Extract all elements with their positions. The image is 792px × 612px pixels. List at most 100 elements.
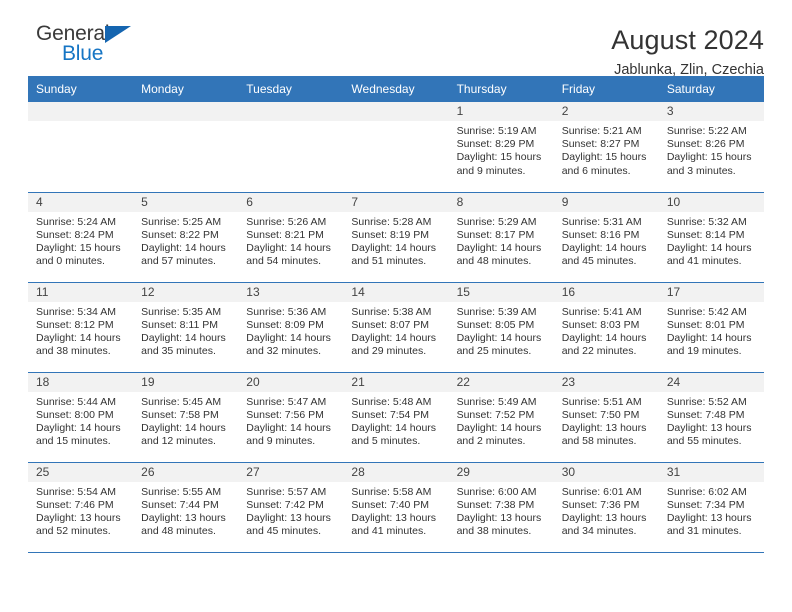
calendar-bottom-rule <box>28 552 764 553</box>
day-number <box>343 102 449 121</box>
day-daylight-line1-text: Daylight: 14 hours <box>246 331 331 344</box>
calendar-day-cell[interactable]: 9 Sunrise: 5:31 AM Sunset: 8:16 PM Daylight… <box>553 191 659 282</box>
day-daylight-line2-text: and 52 minutes. <box>36 525 111 538</box>
day-daylight-line2-text: and 29 minutes. <box>351 345 427 358</box>
day-daylight-line1-text: Daylight: 14 hours <box>141 241 226 254</box>
calendar-day-cell[interactable]: 1 Sunrise: 5:19 AM Sunset: 8:29 PM Daylight… <box>448 102 554 192</box>
day-number: 9 <box>553 192 659 212</box>
day-sunrise-text: Sunrise: 5:52 AM <box>666 395 747 408</box>
day-cell-inner: 10 Sunrise: 5:32 AM Sunset: 8:14 PM Dayligh… <box>658 192 764 282</box>
day-details: Sunrise: 5:45 AM Sunset: 7:58 PM Daylight:… <box>133 392 238 449</box>
calendar-day-cell[interactable]: 3 Sunrise: 5:22 AM Sunset: 8:26 PM Daylight… <box>658 102 764 192</box>
calendar-day-cell[interactable]: 10 Sunrise: 5:32 AM Sunset: 8:14 PM Dayligh… <box>658 191 764 282</box>
calendar-day-cell[interactable]: 2 Sunrise: 5:21 AM Sunset: 8:27 PM Daylight… <box>553 102 659 192</box>
day-daylight-line1-text: Daylight: 14 hours <box>246 421 331 434</box>
day-cell-inner: 27 Sunrise: 5:57 AM Sunset: 7:42 PM Dayligh… <box>238 462 344 553</box>
calendar-week-row: 4 Sunrise: 5:24 AM Sunset: 8:24 PM Daylight… <box>28 191 764 282</box>
calendar-day-cell[interactable]: 31 Sunrise: 6:02 AM Sunset: 7:34 PM Dayligh… <box>658 461 764 553</box>
calendar-day-cell[interactable]: 28 Sunrise: 5:58 AM Sunset: 7:40 PM Dayligh… <box>343 461 449 553</box>
day-daylight-line2-text: and 0 minutes. <box>36 255 105 268</box>
calendar-day-cell[interactable]: 15 Sunrise: 5:39 AM Sunset: 8:05 PM Dayligh… <box>448 281 554 372</box>
day-number: 3 <box>658 102 764 121</box>
day-sunset-text: Sunset: 8:16 PM <box>561 228 640 241</box>
day-sunset-text: Sunset: 7:54 PM <box>351 408 430 421</box>
calendar-day-cell-empty <box>133 102 239 192</box>
day-daylight-line2-text: and 5 minutes. <box>351 435 421 448</box>
day-sunset-text: Sunset: 7:48 PM <box>666 408 745 421</box>
day-cell-inner: 13 Sunrise: 5:36 AM Sunset: 8:09 PM Dayligh… <box>238 282 344 372</box>
calendar-day-cell[interactable]: 24 Sunrise: 5:52 AM Sunset: 7:48 PM Dayligh… <box>658 371 764 462</box>
day-sunrise-text: Sunrise: 5:25 AM <box>141 215 222 228</box>
day-number: 22 <box>448 372 554 392</box>
calendar-day-cell[interactable]: 8 Sunrise: 5:29 AM Sunset: 8:17 PM Daylight… <box>448 191 554 282</box>
day-number: 18 <box>28 372 134 392</box>
day-number: 26 <box>133 462 239 482</box>
day-sunrise-text: Sunrise: 5:32 AM <box>666 215 747 228</box>
calendar-day-cell[interactable]: 14 Sunrise: 5:38 AM Sunset: 8:07 PM Dayligh… <box>343 281 449 372</box>
calendar-day-cell[interactable]: 27 Sunrise: 5:57 AM Sunset: 7:42 PM Dayligh… <box>238 461 344 553</box>
day-daylight-line1-text: Daylight: 13 hours <box>36 511 121 524</box>
day-cell-inner: 16 Sunrise: 5:41 AM Sunset: 8:03 PM Dayligh… <box>553 282 659 372</box>
day-sunset-text: Sunset: 8:07 PM <box>351 318 430 331</box>
day-cell-inner: 1 Sunrise: 5:19 AM Sunset: 8:29 PM Daylight… <box>448 102 554 192</box>
day-sunset-text: Sunset: 8:19 PM <box>351 228 430 241</box>
day-cell-inner: 23 Sunrise: 5:51 AM Sunset: 7:50 PM Dayligh… <box>553 372 659 462</box>
day-sunset-text: Sunset: 8:09 PM <box>246 318 324 331</box>
calendar-day-cell[interactable]: 4 Sunrise: 5:24 AM Sunset: 8:24 PM Daylight… <box>28 191 134 282</box>
calendar-day-cell[interactable]: 16 Sunrise: 5:41 AM Sunset: 8:03 PM Dayligh… <box>553 281 659 372</box>
calendar-day-cell[interactable]: 25 Sunrise: 5:54 AM Sunset: 7:46 PM Dayligh… <box>28 461 134 552</box>
calendar-day-cell[interactable]: 23 Sunrise: 5:51 AM Sunset: 7:50 PM Dayligh… <box>553 371 659 462</box>
day-daylight-line1-text: Daylight: 14 hours <box>351 421 437 434</box>
calendar-body: 1 Sunrise: 5:19 AM Sunset: 8:29 PM Daylight… <box>28 102 764 552</box>
day-cell-inner: 11 Sunrise: 5:34 AM Sunset: 8:12 PM Dayligh… <box>28 282 134 372</box>
day-sunset-text: Sunset: 8:22 PM <box>141 228 219 241</box>
day-number: 8 <box>448 192 554 212</box>
day-sunrise-text: Sunrise: 5:49 AM <box>456 395 537 408</box>
day-details: Sunrise: 6:02 AM Sunset: 7:34 PM Daylight:… <box>659 482 764 539</box>
calendar-day-cell[interactable]: 20 Sunrise: 5:47 AM Sunset: 7:56 PM Dayligh… <box>238 371 344 462</box>
day-details: Sunrise: 5:52 AM Sunset: 7:48 PM Daylight:… <box>659 392 764 449</box>
day-number: 13 <box>238 282 344 302</box>
day-cell-inner: 26 Sunrise: 5:55 AM Sunset: 7:44 PM Dayligh… <box>133 462 239 553</box>
day-sunrise-text: Sunrise: 5:19 AM <box>456 125 537 137</box>
day-sunrise-text: Sunrise: 5:57 AM <box>246 485 327 498</box>
calendar-day-cell[interactable]: 6 Sunrise: 5:26 AM Sunset: 8:21 PM Daylight… <box>238 191 344 282</box>
day-number: 29 <box>448 462 554 482</box>
calendar-day-cell[interactable]: 19 Sunrise: 5:45 AM Sunset: 7:58 PM Dayligh… <box>133 371 239 462</box>
day-details: Sunrise: 5:42 AM Sunset: 8:01 PM Daylight:… <box>659 302 764 359</box>
calendar-day-cell-empty <box>238 102 344 192</box>
day-sunset-text: Sunset: 7:46 PM <box>36 498 114 511</box>
day-sunrise-text: Sunrise: 6:00 AM <box>456 485 537 498</box>
day-number: 28 <box>343 462 449 482</box>
day-sunset-text: Sunset: 8:14 PM <box>666 228 745 241</box>
calendar-day-cell[interactable]: 11 Sunrise: 5:34 AM Sunset: 8:12 PM Dayligh… <box>28 281 134 372</box>
day-daylight-line2-text: and 9 minutes. <box>246 435 316 448</box>
calendar-day-cell[interactable]: 7 Sunrise: 5:28 AM Sunset: 8:19 PM Daylight… <box>343 191 449 282</box>
day-daylight-line2-text: and 19 minutes. <box>666 345 742 358</box>
calendar-day-cell[interactable]: 29 Sunrise: 6:00 AM Sunset: 7:38 PM Dayligh… <box>448 461 554 552</box>
day-details: Sunrise: 5:35 AM Sunset: 8:11 PM Daylight:… <box>133 302 238 359</box>
general-blue-logo[interactable]: General Blue <box>28 22 148 70</box>
calendar-day-cell[interactable]: 22 Sunrise: 5:49 AM Sunset: 7:52 PM Dayligh… <box>448 371 554 462</box>
calendar-day-cell[interactable]: 17 Sunrise: 5:42 AM Sunset: 8:01 PM Dayligh… <box>658 281 764 372</box>
day-cell-inner: 31 Sunrise: 6:02 AM Sunset: 7:34 PM Dayligh… <box>658 462 764 553</box>
day-daylight-line2-text: and 51 minutes. <box>351 255 427 268</box>
calendar-day-cell[interactable]: 12 Sunrise: 5:35 AM Sunset: 8:11 PM Dayligh… <box>133 281 239 372</box>
day-daylight-line1-text: Daylight: 14 hours <box>141 331 226 344</box>
calendar-day-cell[interactable]: 5 Sunrise: 5:25 AM Sunset: 8:22 PM Daylight… <box>133 191 239 282</box>
calendar-day-cell[interactable]: 13 Sunrise: 5:36 AM Sunset: 8:09 PM Dayligh… <box>238 281 344 372</box>
day-daylight-line2-text: and 6 minutes. <box>561 164 631 177</box>
day-details: Sunrise: 5:48 AM Sunset: 7:54 PM Daylight:… <box>343 392 448 449</box>
day-number <box>28 102 134 121</box>
day-sunset-text: Sunset: 8:29 PM <box>456 138 535 151</box>
calendar-day-cell[interactable]: 26 Sunrise: 5:55 AM Sunset: 7:44 PM Dayligh… <box>133 461 239 553</box>
day-daylight-line1-text: Daylight: 14 hours <box>666 241 752 254</box>
calendar-day-cell[interactable]: 30 Sunrise: 6:01 AM Sunset: 7:36 PM Dayligh… <box>553 461 659 552</box>
day-daylight-line2-text: and 58 minutes. <box>561 435 637 448</box>
calendar-day-cell[interactable]: 21 Sunrise: 5:48 AM Sunset: 7:54 PM Dayligh… <box>343 371 449 462</box>
day-sunrise-text: Sunrise: 5:48 AM <box>351 395 432 408</box>
calendar-day-cell[interactable]: 18 Sunrise: 5:44 AM Sunset: 8:00 PM Dayligh… <box>28 371 134 462</box>
day-details: Sunrise: 5:58 AM Sunset: 7:40 PM Daylight:… <box>343 482 448 539</box>
day-sunrise-text: Sunrise: 5:45 AM <box>141 395 222 408</box>
day-cell-inner: 28 Sunrise: 5:58 AM Sunset: 7:40 PM Dayligh… <box>343 462 449 553</box>
